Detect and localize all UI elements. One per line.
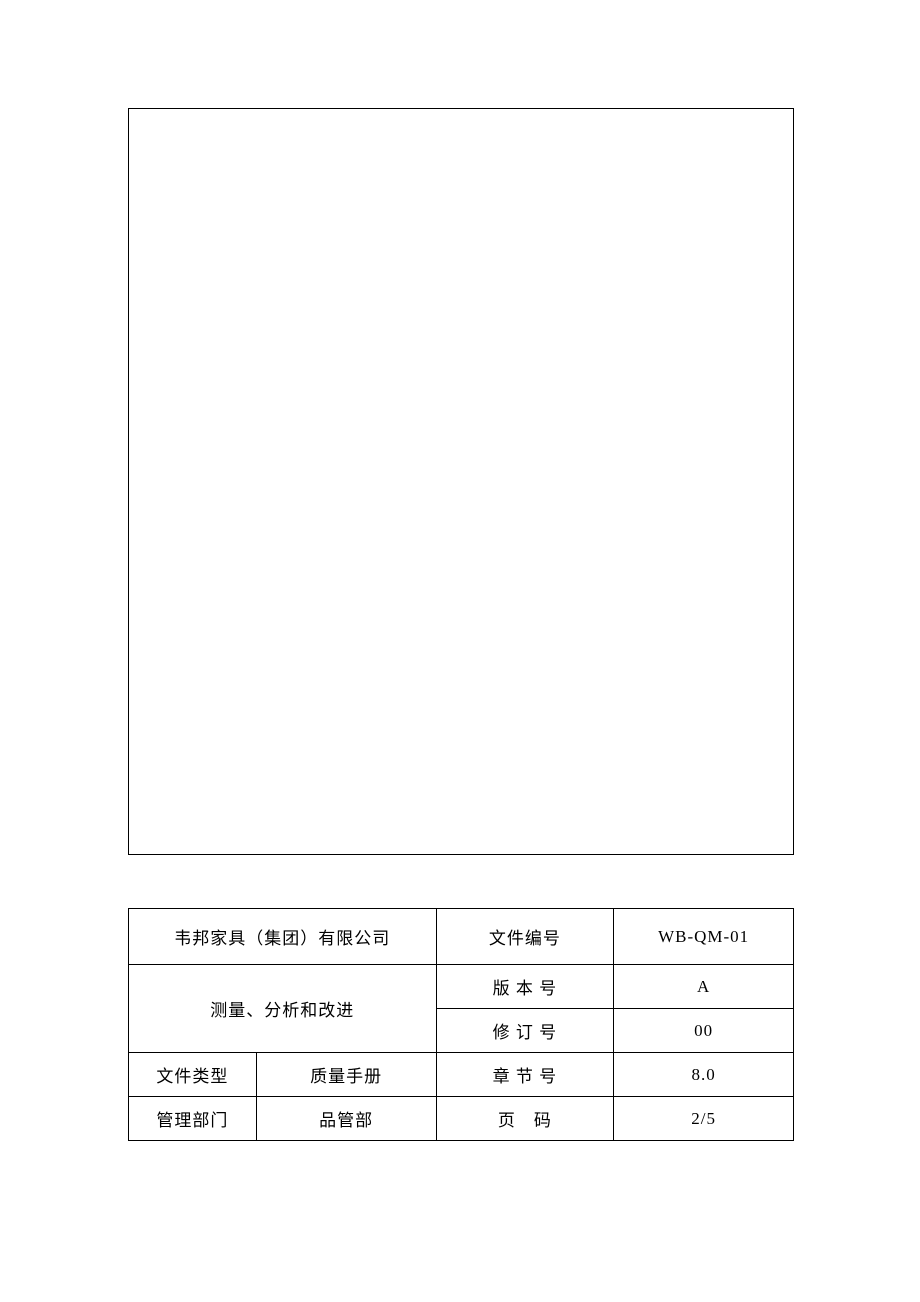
section-value-cell: 8.0 [614, 1053, 794, 1097]
doc-type-value-cell: 质量手册 [256, 1053, 436, 1097]
table-row: 韦邦家具（集团）有限公司 文件编号 WB-QM-01 [129, 909, 794, 965]
version-value-cell: A [614, 965, 794, 1009]
document-title-cell: 测量、分析和改进 [129, 965, 437, 1053]
page-value-cell: 2/5 [614, 1097, 794, 1141]
page-label-cell: 页 码 [436, 1097, 614, 1141]
doc-number-value-cell: WB-QM-01 [614, 909, 794, 965]
content-box [128, 108, 794, 855]
revision-label-cell: 修 订 号 [436, 1009, 614, 1053]
table-row: 文件类型 质量手册 章 节 号 8.0 [129, 1053, 794, 1097]
table-row: 测量、分析和改进 版 本 号 A [129, 965, 794, 1009]
doc-type-label-cell: 文件类型 [129, 1053, 257, 1097]
section-label-cell: 章 节 号 [436, 1053, 614, 1097]
document-info-table: 韦邦家具（集团）有限公司 文件编号 WB-QM-01 测量、分析和改进 版 本 … [128, 908, 794, 1141]
dept-label-cell: 管理部门 [129, 1097, 257, 1141]
company-name-cell: 韦邦家具（集团）有限公司 [129, 909, 437, 965]
doc-number-label-cell: 文件编号 [436, 909, 614, 965]
revision-value-cell: 00 [614, 1009, 794, 1053]
dept-value-cell: 品管部 [256, 1097, 436, 1141]
version-label-cell: 版 本 号 [436, 965, 614, 1009]
table-row: 管理部门 品管部 页 码 2/5 [129, 1097, 794, 1141]
